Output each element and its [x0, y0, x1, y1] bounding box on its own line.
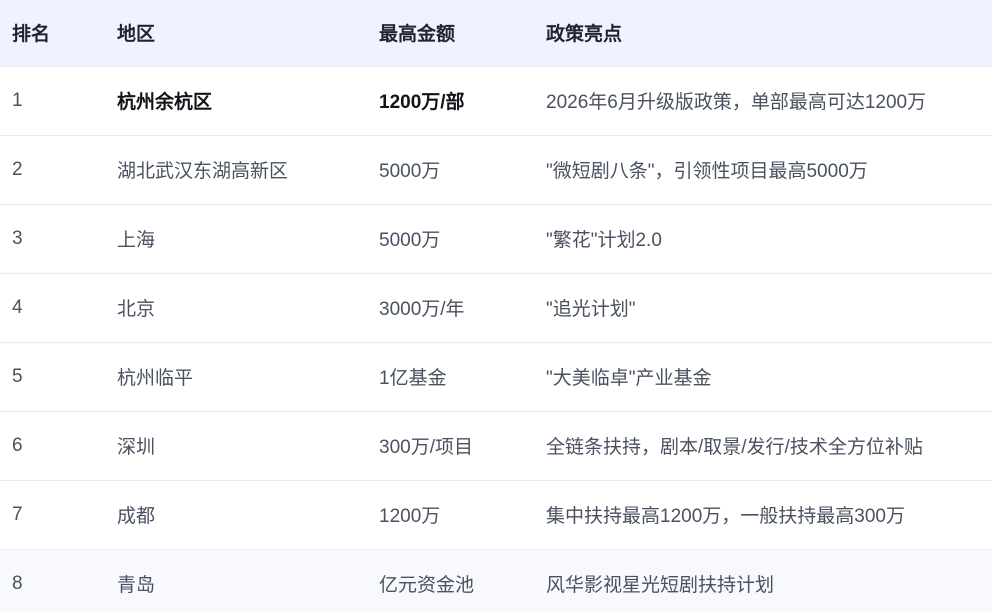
table-row: 8 青岛 亿元资金池 风华影视星光短剧扶持计划: [0, 549, 992, 612]
cell-amount: 5000万: [367, 204, 534, 274]
policy-ranking-table: 排名 地区 最高金额 政策亮点 1 杭州余杭区 1200万/部 2026年6月升…: [0, 0, 992, 612]
table-row: 1 杭州余杭区 1200万/部 2026年6月升级版政策，单部最高可达1200万: [0, 66, 992, 136]
cell-highlight: 2026年6月升级版政策，单部最高可达1200万: [534, 66, 992, 136]
table-row: 3 上海 5000万 "繁花"计划2.0: [0, 204, 992, 274]
table-header: 排名 地区 最高金额 政策亮点: [0, 0, 992, 67]
cell-highlight: "繁花"计划2.0: [534, 204, 992, 274]
cell-region: 深圳: [105, 411, 367, 481]
table-row: 6 深圳 300万/项目 全链条扶持，剧本/取景/发行/技术全方位补贴: [0, 411, 992, 481]
cell-rank: 2: [0, 135, 105, 205]
cell-rank: 8: [0, 549, 105, 612]
cell-highlight: "微短剧八条"，引领性项目最高5000万: [534, 135, 992, 205]
cell-region: 青岛: [105, 549, 367, 612]
cell-region: 北京: [105, 273, 367, 343]
table-row: 5 杭州临平 1亿基金 "大美临卓"产业基金: [0, 342, 992, 412]
cell-amount: 1200万: [367, 480, 534, 550]
header-row: 排名 地区 最高金额 政策亮点: [0, 0, 992, 67]
cell-rank: 5: [0, 342, 105, 412]
cell-rank: 4: [0, 273, 105, 343]
header-max-amount: 最高金额: [367, 0, 534, 67]
cell-highlight: 全链条扶持，剧本/取景/发行/技术全方位补贴: [534, 411, 992, 481]
table-row: 4 北京 3000万/年 "追光计划": [0, 273, 992, 343]
cell-rank: 7: [0, 480, 105, 550]
cell-amount: 1200万/部: [367, 66, 534, 136]
cell-rank: 3: [0, 204, 105, 274]
table-row: 7 成都 1200万 集中扶持最高1200万，一般扶持最高300万: [0, 480, 992, 550]
cell-amount: 5000万: [367, 135, 534, 205]
cell-region: 上海: [105, 204, 367, 274]
cell-region: 杭州余杭区: [105, 66, 367, 136]
cell-highlight: "追光计划": [534, 273, 992, 343]
cell-rank: 1: [0, 66, 105, 136]
table-body: 1 杭州余杭区 1200万/部 2026年6月升级版政策，单部最高可达1200万…: [0, 66, 992, 612]
cell-amount: 300万/项目: [367, 411, 534, 481]
cell-amount: 3000万/年: [367, 273, 534, 343]
cell-highlight: "大美临卓"产业基金: [534, 342, 992, 412]
cell-rank: 6: [0, 411, 105, 481]
cell-amount: 1亿基金: [367, 342, 534, 412]
header-rank: 排名: [0, 0, 105, 67]
cell-highlight: 集中扶持最高1200万，一般扶持最高300万: [534, 480, 992, 550]
cell-highlight: 风华影视星光短剧扶持计划: [534, 549, 992, 612]
cell-region: 杭州临平: [105, 342, 367, 412]
cell-region: 湖北武汉东湖高新区: [105, 135, 367, 205]
table-row: 2 湖北武汉东湖高新区 5000万 "微短剧八条"，引领性项目最高5000万: [0, 135, 992, 205]
cell-region: 成都: [105, 480, 367, 550]
header-region: 地区: [105, 0, 367, 67]
cell-amount: 亿元资金池: [367, 549, 534, 612]
header-highlights: 政策亮点: [534, 0, 992, 67]
